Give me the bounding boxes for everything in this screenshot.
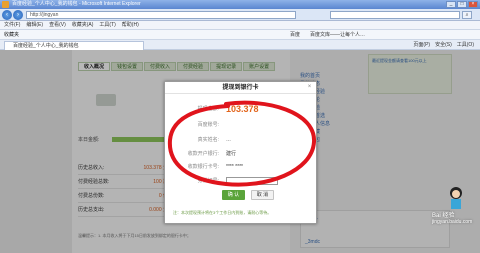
minimize-button[interactable]: _ [446, 1, 456, 8]
back-arrow-icon[interactable]: ‹ [2, 10, 12, 20]
window-title: 百度经验_个人中心_我的钱包 - Microsoft Internet Expl… [12, 1, 141, 7]
favorites-button[interactable]: 收藏夹 [4, 30, 19, 40]
fav-item-baidu[interactable]: 百度 [290, 30, 300, 40]
withdraw-amount: 103.378 [226, 104, 259, 114]
menu-tools[interactable]: 工具(T) [99, 21, 115, 29]
search-icon[interactable]: ⌕ [462, 11, 472, 19]
menu-view[interactable]: 查看(V) [49, 21, 66, 29]
address-bar: ‹ › http://jingyan ⌕ [0, 9, 480, 21]
tools-menu[interactable]: 工具(O) [457, 40, 474, 50]
window-controls: _ □ × [446, 1, 478, 8]
cancel-button[interactable]: 取 消 [251, 190, 274, 200]
menu-edit[interactable]: 编辑(E) [26, 21, 43, 29]
form-row-id: 身份证号: [171, 176, 311, 186]
form-row-bank: 收款开户银行: 建行 [187, 151, 237, 157]
browser-tab[interactable]: 百度经验_个人中心_我的钱包 [4, 41, 144, 50]
favorites-bar: 收藏夹 百度 百度文库——让每个人… [0, 30, 480, 40]
dialog-note: 注：本次提现预计将在3个工作日内到账，请耐心等待。 [173, 210, 272, 215]
withdraw-dialog: 提现到银行卡 × 提现金额: 103.378 百度账号: 真实姓名: … 收款开… [164, 81, 317, 224]
command-bar: 页面(P) 安全(S) 工具(O) [413, 40, 474, 50]
menu-help[interactable]: 帮助(H) [122, 21, 139, 29]
page-menu[interactable]: 页面(P) [413, 40, 430, 50]
url-input[interactable]: http://jingyan [26, 11, 296, 19]
id-number-input[interactable] [226, 177, 278, 185]
close-window-button[interactable]: × [468, 1, 478, 8]
fav-item-wenku[interactable]: 百度文库——让每个人… [310, 30, 365, 40]
menu-bar: 文件(F) 编辑(E) 查看(V) 收藏夹(A) 工具(T) 帮助(H) [0, 21, 480, 30]
search-input[interactable] [330, 11, 460, 19]
menu-file[interactable]: 文件(F) [4, 21, 20, 29]
forward-arrow-icon[interactable]: › [13, 10, 23, 20]
maximize-button[interactable]: □ [457, 1, 467, 8]
watermark-url: jingyan.baidu.com [432, 219, 473, 225]
watermark-logo: Bai 经验 [432, 213, 455, 219]
confirm-button[interactable]: 确 认 [222, 190, 245, 200]
tab-bar: 百度经验_个人中心_我的钱包 页面(P) 安全(S) 工具(O) [0, 40, 480, 50]
form-row-card: 收款银行卡号: **** **** [187, 164, 243, 170]
menu-favorites[interactable]: 收藏夹(A) [72, 21, 94, 29]
dialog-title: 提现到银行卡 [165, 82, 316, 94]
cartoon-figure-icon [450, 187, 462, 209]
window-title-bar: 百度经验_个人中心_我的钱包 - Microsoft Internet Expl… [0, 0, 480, 9]
close-icon[interactable]: × [306, 84, 313, 91]
watermark: Bai 经验 jingyan.baidu.com [432, 210, 478, 225]
ie-icon [2, 1, 9, 8]
safety-menu[interactable]: 安全(S) [435, 40, 452, 50]
form-row-amount: 提现金额: 103.378 [197, 104, 259, 114]
form-row-name: 真实姓名: … [197, 137, 231, 143]
form-row-account: 百度账号: [197, 122, 219, 128]
